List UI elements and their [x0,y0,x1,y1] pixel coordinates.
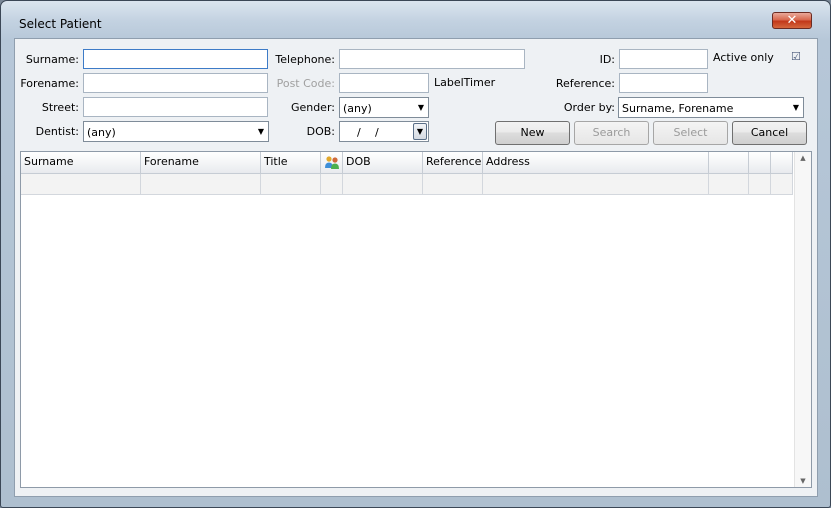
column-header-title[interactable]: Title [261,152,321,174]
table-cell[interactable] [423,174,483,195]
scroll-down-icon[interactable]: ▼ [795,477,811,485]
column-header-dob[interactable]: DOB [343,152,423,174]
dentist-label: Dentist: [35,125,79,138]
id-field[interactable] [619,49,708,69]
cancel-button[interactable]: Cancel [732,121,807,145]
people-icon [325,156,339,169]
vertical-scrollbar[interactable]: ▲ ▼ [794,152,811,487]
id-label: ID: [599,53,615,66]
postcode-label: Post Code: [276,77,335,90]
chevron-down-icon: ▼ [792,103,799,112]
search-button[interactable]: Search [574,121,649,145]
table-cell[interactable] [343,174,423,195]
scroll-up-icon[interactable]: ▲ [795,154,811,162]
gender-label: Gender: [290,101,335,114]
street-label: Street: [41,101,79,114]
street-field[interactable] [83,97,268,117]
forename-field[interactable] [83,73,268,93]
select-button[interactable]: Select [653,121,728,145]
dob-separator-1: / [357,126,361,139]
table-cell[interactable] [141,174,261,195]
order-by-value: Surname, Forename [622,102,734,115]
gender-value: (any) [343,102,372,115]
dob-separator-2: / [375,126,379,139]
new-button[interactable]: New [495,121,570,145]
active-only-checkbox[interactable]: ☑ [791,50,801,63]
column-header-address[interactable]: Address [483,152,709,174]
select-patient-window: Select Patient ✕ Surname: Forename: Stre… [0,0,831,508]
table-cell[interactable] [483,174,709,195]
dob-label: DOB: [306,125,335,138]
telephone-field[interactable] [339,49,525,69]
table-cell[interactable] [749,174,771,195]
label-timer: LabelTimer [434,76,496,89]
table-cell[interactable] [261,174,321,195]
reference-label: Reference: [555,77,615,90]
column-header-extra-3[interactable] [771,152,793,174]
table-cell[interactable] [21,174,141,195]
table-cell[interactable] [321,174,343,195]
title-bar: Select Patient ✕ [1,1,830,33]
close-button[interactable]: ✕ [772,12,812,29]
dob-field[interactable]: / / ▼ [339,121,429,142]
column-header-extra-1[interactable] [709,152,749,174]
postcode-field[interactable] [339,73,429,93]
reference-field[interactable] [619,73,708,93]
column-header-reference[interactable]: Reference [423,152,483,174]
column-header-surname[interactable]: Surname [21,152,141,174]
column-header-forename[interactable]: Forename [141,152,261,174]
dialog-client-area: Surname: Forename: Street: Dentist: (any… [14,38,818,497]
gender-select[interactable]: (any) ▼ [339,97,429,118]
column-header-people[interactable] [321,152,343,174]
dentist-value: (any) [87,126,116,139]
table-cell[interactable] [771,174,793,195]
dentist-select[interactable]: (any) ▼ [83,121,269,142]
chevron-down-icon: ▼ [417,103,424,112]
patient-results-grid[interactable]: Surname Forename Title DOB Reference Add… [20,151,812,488]
surname-label: Surname: [25,53,79,66]
column-header-extra-2[interactable] [749,152,771,174]
date-picker-dropdown-icon[interactable]: ▼ [413,123,427,140]
close-icon: ✕ [786,13,798,28]
active-only-label: Active only [713,51,774,64]
order-by-select[interactable]: Surname, Forename ▼ [618,97,804,118]
telephone-label: Telephone: [275,53,335,66]
forename-label: Forename: [20,77,79,90]
surname-field[interactable] [83,49,268,69]
window-title: Select Patient [19,17,102,31]
table-cell[interactable] [709,174,749,195]
checkmark-icon: ☑ [791,50,801,63]
order-by-label: Order by: [563,101,615,114]
